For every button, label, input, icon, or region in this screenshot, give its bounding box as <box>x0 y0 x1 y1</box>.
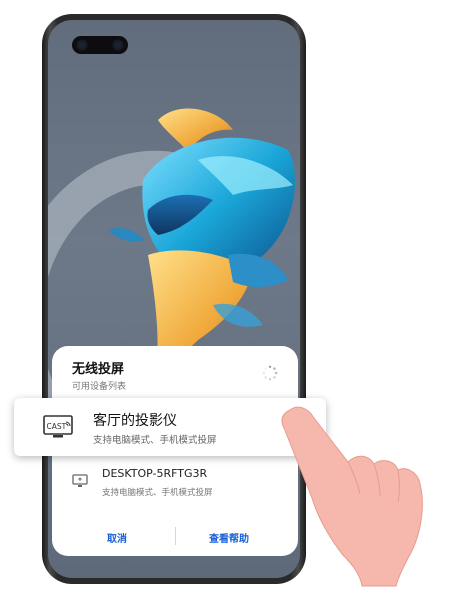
device-description-desktop: 支持电脑模式、手机模式投屏 <box>102 488 213 498</box>
pointing-hand-icon <box>281 406 423 587</box>
computer-monitor-icon <box>72 474 88 487</box>
device-name-desktop: DESKTOP-5RFTG3R <box>102 467 208 480</box>
cancel-button[interactable]: 取消 <box>107 530 127 545</box>
cast-icon-text: CAST <box>47 422 67 431</box>
front-camera <box>72 36 128 54</box>
device-name-projector: 客厅的投影仪 <box>93 413 177 429</box>
camera-lens-left <box>76 39 88 51</box>
dialog-title: 无线投屏 <box>72 362 125 377</box>
loading-spinner-icon <box>262 365 278 381</box>
help-button[interactable]: 查看帮助 <box>209 530 249 545</box>
button-divider <box>175 527 176 545</box>
device-description-projector: 支持电脑模式、手机模式投屏 <box>93 435 217 446</box>
projector-cast-icon: CAST <box>43 415 73 438</box>
dialog-subtitle: 可用设备列表 <box>72 382 127 392</box>
camera-lens-right <box>112 39 124 51</box>
